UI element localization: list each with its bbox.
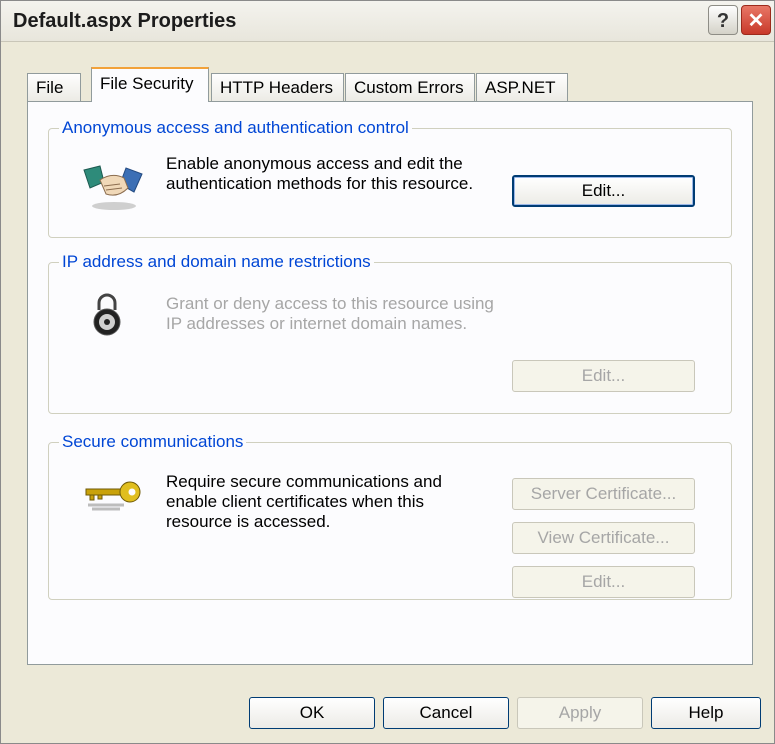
apply-button[interactable]: Apply [517, 697, 643, 729]
secure-edit-button[interactable]: Edit... [512, 566, 695, 598]
properties-dialog: Default.aspx Properties ? ✕ File File Se… [0, 0, 775, 744]
tab-file-security[interactable]: File Security [91, 67, 209, 102]
secure-communications-desc-line3: resource is accessed. [166, 512, 331, 531]
title-bar[interactable]: Default.aspx Properties ? ✕ [1, 1, 774, 42]
tab-asp-net[interactable]: ASP.NET [476, 73, 568, 101]
tab-file[interactable]: File [27, 73, 81, 101]
anonymous-edit-button[interactable]: Edit... [512, 175, 695, 207]
key-icon [85, 481, 141, 511]
server-certificate-button[interactable]: Server Certificate... [512, 478, 695, 510]
secure-communications-legend: Secure communications [62, 432, 244, 451]
secure-communications-desc-line1: Require secure communications and [166, 472, 442, 491]
view-certificate-button[interactable]: View Certificate... [512, 522, 695, 554]
handshake-icon [83, 165, 143, 210]
window-title: Default.aspx Properties [13, 10, 237, 32]
tab-http-headers[interactable]: HTTP Headers [211, 73, 344, 101]
anonymous-access-desc-line2: authentication methods for this resource… [166, 174, 474, 193]
ok-button[interactable]: OK [249, 697, 375, 729]
ip-restrictions-desc-line2: IP addresses or internet domain names. [166, 314, 468, 333]
ip-edit-button[interactable]: Edit... [512, 360, 695, 392]
ip-restrictions-legend: IP address and domain name restrictions [62, 252, 371, 271]
tab-custom-errors[interactable]: Custom Errors [345, 73, 475, 101]
help-button[interactable]: Help [651, 697, 761, 729]
cancel-button[interactable]: Cancel [383, 697, 509, 729]
close-icon[interactable]: ✕ [741, 5, 771, 35]
ip-restrictions-desc-line1: Grant or deny access to this resource us… [166, 294, 494, 313]
padlock-icon [93, 293, 121, 336]
file-security-panel: Anonymous access and authentication cont… [27, 101, 753, 665]
help-icon[interactable]: ? [708, 5, 738, 35]
secure-communications-desc-line2: enable client certificates when this [166, 492, 424, 511]
anonymous-access-desc-line1: Enable anonymous access and edit the [166, 154, 463, 173]
anonymous-access-legend: Anonymous access and authentication cont… [62, 118, 409, 137]
